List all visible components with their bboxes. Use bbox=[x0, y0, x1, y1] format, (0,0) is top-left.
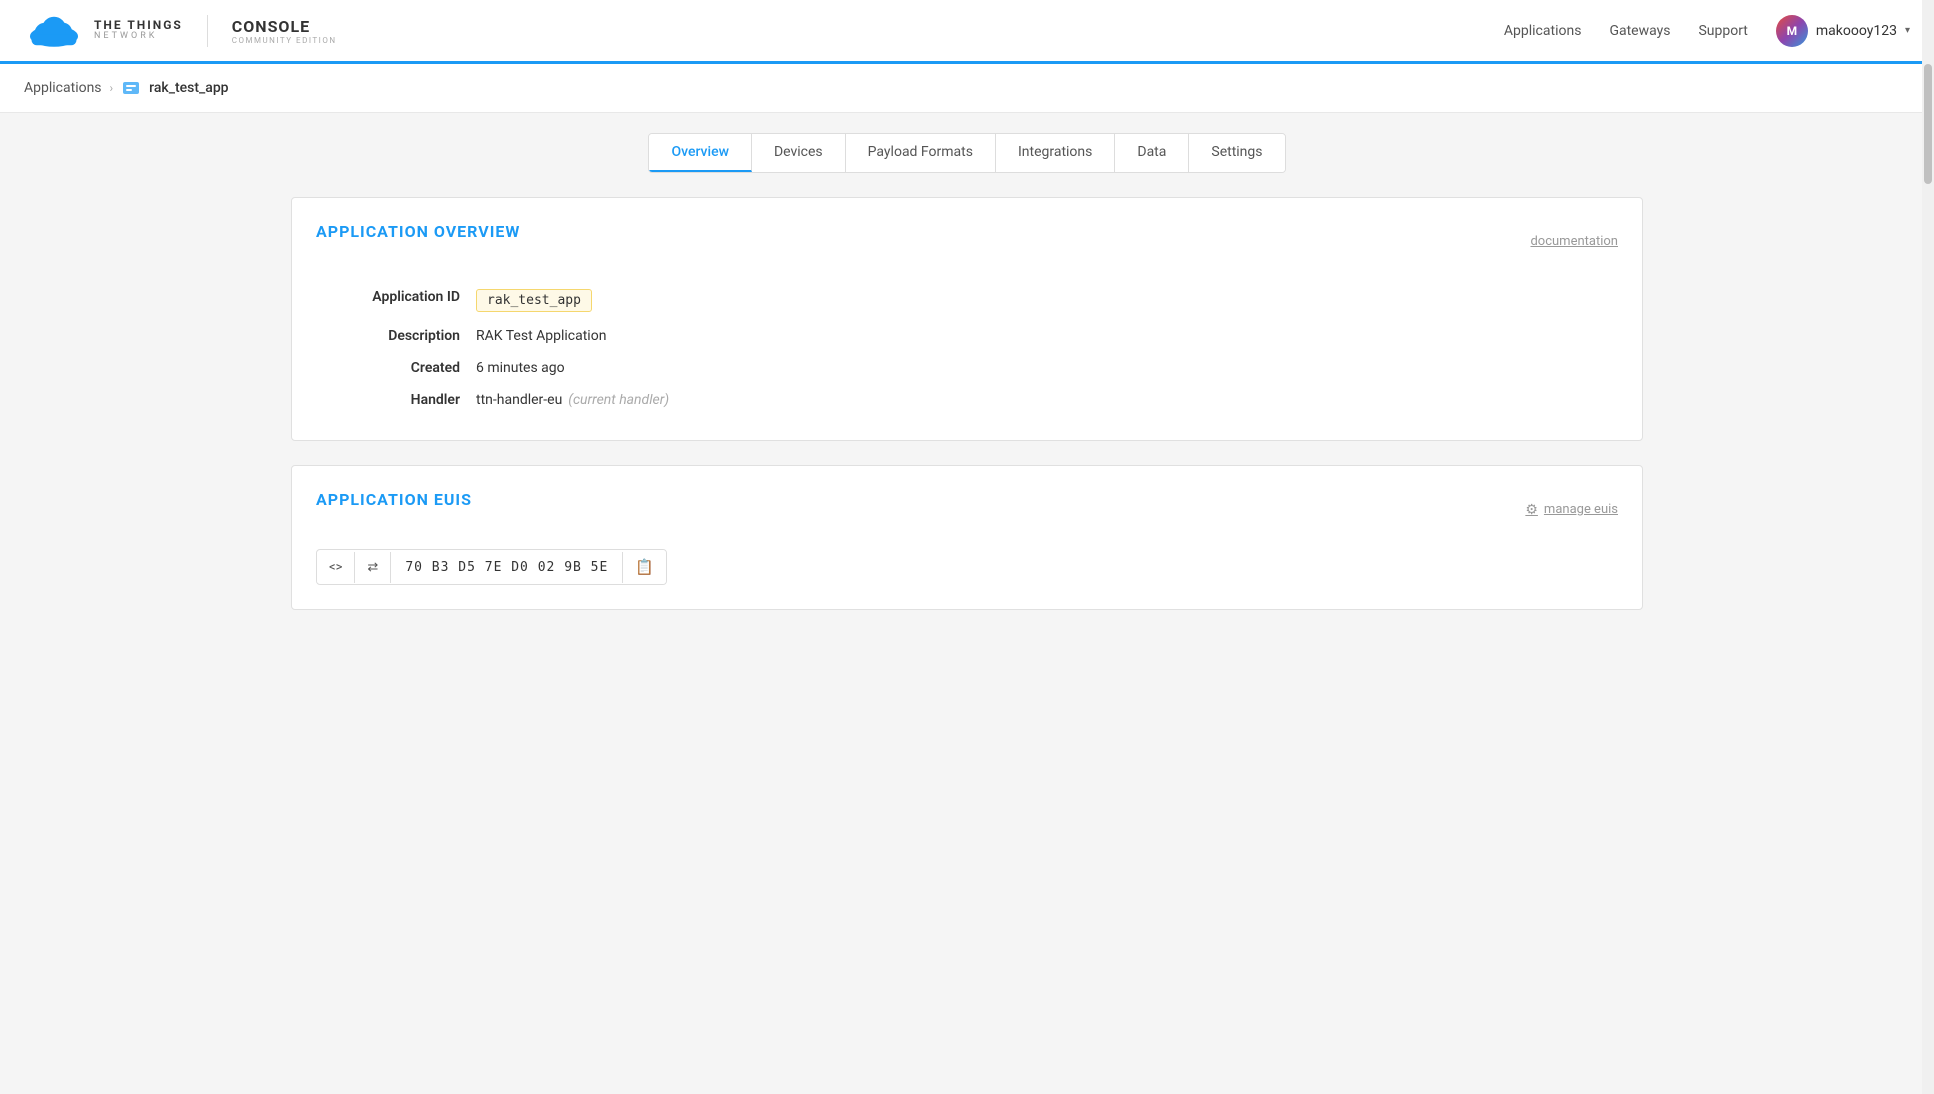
overview-card-header: APPLICATION OVERVIEW documentation bbox=[316, 222, 1618, 261]
tab-settings[interactable]: Settings bbox=[1189, 134, 1284, 172]
breadcrumb-applications[interactable]: Applications bbox=[24, 80, 102, 96]
label-created: Created bbox=[316, 360, 476, 376]
tab-devices[interactable]: Devices bbox=[752, 134, 846, 172]
eui-copy-button[interactable]: 📋 bbox=[623, 550, 666, 584]
info-row-handler: Handler ttn-handler-eu (current handler) bbox=[316, 384, 1618, 416]
eui-value: 70 B3 D5 7E D0 02 9B 5E bbox=[391, 552, 623, 583]
user-menu[interactable]: M makoooy123 ▾ bbox=[1776, 15, 1910, 47]
label-handler: Handler bbox=[316, 392, 476, 408]
logo-console: CONSOLE COMMUNITY EDITION bbox=[232, 17, 337, 45]
code-icon: <> bbox=[329, 560, 342, 575]
value-created: 6 minutes ago bbox=[476, 360, 565, 376]
eui-row: <> ⇄ 70 B3 D5 7E D0 02 9B 5E 📋 bbox=[316, 549, 667, 585]
logo-divider bbox=[207, 15, 208, 47]
tab-payload-formats[interactable]: Payload Formats bbox=[846, 134, 996, 172]
app-icon bbox=[121, 78, 141, 98]
logo-text: THE THINGS NETWORK bbox=[94, 19, 183, 41]
breadcrumb: Applications › rak_test_app bbox=[0, 64, 1934, 113]
handler-note: (current handler) bbox=[568, 392, 669, 408]
console-title: CONSOLE bbox=[232, 17, 337, 36]
app-id-value: rak_test_app bbox=[476, 289, 592, 312]
value-description: RAK Test Application bbox=[476, 328, 606, 344]
label-description: Description bbox=[316, 328, 476, 344]
navbar-left: THE THINGS NETWORK CONSOLE COMMUNITY EDI… bbox=[24, 11, 337, 51]
gear-icon: ⚙ bbox=[1525, 502, 1538, 518]
value-handler: ttn-handler-eu (current handler) bbox=[476, 392, 669, 408]
info-row-created: Created 6 minutes ago bbox=[316, 352, 1618, 384]
breadcrumb-separator: › bbox=[110, 81, 114, 95]
chevron-down-icon: ▾ bbox=[1905, 25, 1910, 36]
nav-applications[interactable]: Applications bbox=[1504, 23, 1582, 39]
tab-overview[interactable]: Overview bbox=[649, 134, 751, 172]
copy-icon: 📋 bbox=[635, 558, 654, 576]
overview-card: APPLICATION OVERVIEW documentation Appli… bbox=[291, 197, 1643, 441]
scrollbar[interactable] bbox=[1922, 0, 1934, 1094]
manage-euis-label: manage euis bbox=[1544, 502, 1618, 517]
breadcrumb-current-app: rak_test_app bbox=[149, 80, 228, 96]
overview-title: APPLICATION OVERVIEW bbox=[316, 222, 520, 241]
info-row-app-id: Application ID rak_test_app bbox=[316, 281, 1618, 320]
navbar-right: Applications Gateways Support M makoooy1… bbox=[1504, 15, 1910, 47]
manage-euis-link[interactable]: ⚙ manage euis bbox=[1525, 502, 1618, 518]
avatar: M bbox=[1776, 15, 1808, 47]
euis-card-header: APPLICATION EUIS ⚙ manage euis bbox=[316, 490, 1618, 529]
eui-code-button[interactable]: <> bbox=[317, 552, 355, 583]
tabs-inner: Overview Devices Payload Formats Integra… bbox=[291, 133, 1643, 173]
nav-gateways[interactable]: Gateways bbox=[1609, 23, 1670, 39]
main-content: Overview Devices Payload Formats Integra… bbox=[267, 113, 1667, 650]
tabs-wrapper: Overview Devices Payload Formats Integra… bbox=[291, 113, 1643, 173]
handler-name: ttn-handler-eu bbox=[476, 392, 562, 408]
scrollbar-thumb[interactable] bbox=[1924, 64, 1932, 184]
logo-area: THE THINGS NETWORK CONSOLE COMMUNITY EDI… bbox=[24, 11, 337, 51]
tab-integrations[interactable]: Integrations bbox=[996, 134, 1115, 172]
logo-network: NETWORK bbox=[94, 32, 183, 42]
tabs: Overview Devices Payload Formats Integra… bbox=[648, 133, 1285, 173]
euis-title: APPLICATION EUIS bbox=[316, 490, 472, 509]
navbar: THE THINGS NETWORK CONSOLE COMMUNITY EDI… bbox=[0, 0, 1934, 64]
documentation-link[interactable]: documentation bbox=[1530, 234, 1618, 249]
euis-card: APPLICATION EUIS ⚙ manage euis <> ⇄ 70 B… bbox=[291, 465, 1643, 610]
nav-support[interactable]: Support bbox=[1698, 23, 1747, 39]
user-name: makoooy123 bbox=[1816, 23, 1897, 39]
eui-swap-button[interactable]: ⇄ bbox=[355, 552, 391, 583]
swap-icon: ⇄ bbox=[367, 560, 378, 575]
ttn-logo-icon bbox=[24, 11, 84, 51]
label-app-id: Application ID bbox=[316, 289, 476, 305]
tab-data[interactable]: Data bbox=[1115, 134, 1189, 172]
info-table: Application ID rak_test_app Description … bbox=[316, 281, 1618, 416]
console-subtitle: COMMUNITY EDITION bbox=[232, 36, 337, 45]
info-row-description: Description RAK Test Application bbox=[316, 320, 1618, 352]
